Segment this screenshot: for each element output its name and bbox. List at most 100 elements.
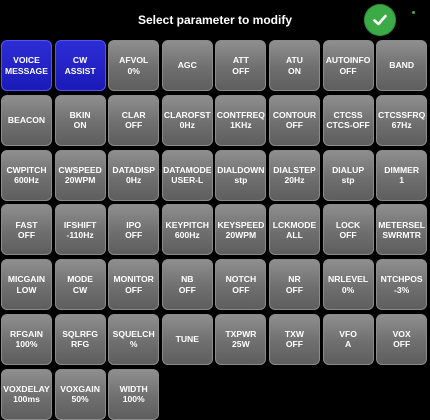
- param-name: BEACON: [7, 115, 46, 126]
- param-value: -110Hz: [66, 229, 94, 240]
- param-value: 67Hz: [391, 120, 412, 131]
- param-tile-notch[interactable]: NOTCH OFF: [215, 259, 267, 311]
- param-name: DIMMER: [384, 164, 420, 175]
- param-tile-atu[interactable]: ATU ON: [268, 40, 320, 91]
- param-tile-ifshift[interactable]: IFSHIFT -110Hz: [54, 204, 106, 256]
- param-value: OFF: [285, 120, 304, 131]
- param-name: IPO: [126, 219, 142, 230]
- param-tile-band[interactable]: BAND: [376, 40, 428, 91]
- param-value: 1KHz: [230, 120, 252, 131]
- param-tile-lckmode[interactable]: LCKMODE ALL: [268, 204, 320, 256]
- param-tile-txw[interactable]: TXW OFF: [268, 313, 320, 365]
- param-value: 100ms: [13, 394, 40, 405]
- param-name: NR: [288, 274, 301, 285]
- param-name: DIALUP: [332, 164, 365, 175]
- param-name: CONTFREQ: [216, 109, 265, 120]
- param-tile-att[interactable]: ATT OFF: [215, 40, 267, 91]
- param-tile-dialstep[interactable]: DIALSTEP 20Hz: [268, 149, 320, 201]
- param-value: 0Hz: [126, 175, 142, 186]
- param-value: OFF: [125, 120, 143, 131]
- param-tile-autoinfo[interactable]: AUTOINFO OFF: [322, 40, 374, 91]
- param-value: 600Hz: [174, 229, 200, 240]
- param-tile-nrlevel[interactable]: NRLEVEL 0%: [322, 259, 374, 311]
- param-value: 100%: [15, 339, 38, 350]
- param-tile-ctcss[interactable]: CTCSS CTCS-OFF: [322, 94, 374, 146]
- param-name: NB: [181, 274, 194, 285]
- param-name: AFVOL: [119, 55, 149, 66]
- param-tile-beacon[interactable]: BEACON: [1, 94, 52, 146]
- param-name: ATU: [285, 55, 303, 66]
- param-tile-tune[interactable]: TUNE: [161, 313, 213, 365]
- param-tile-txpwr[interactable]: TXPWR 25W: [215, 313, 267, 365]
- param-value: USER-L: [171, 175, 204, 186]
- param-tile-voxdelay[interactable]: VOXDELAY 100ms: [1, 368, 52, 420]
- param-tile-squelch[interactable]: SQUELCH%: [108, 313, 160, 365]
- param-tile-contour[interactable]: CONTOUR OFF: [268, 94, 320, 146]
- param-tile-clar[interactable]: CLAR OFF: [108, 94, 160, 146]
- param-value: OFF: [17, 229, 36, 240]
- param-tile-afvol[interactable]: AFVOL 0%: [108, 40, 160, 91]
- param-tile-bkin[interactable]: BKIN ON: [54, 94, 106, 146]
- param-value: 25W: [232, 339, 250, 350]
- param-name: CLAR: [121, 109, 146, 120]
- param-value: OFF: [339, 65, 357, 76]
- param-value: OFF: [125, 284, 143, 295]
- param-name: CW: [72, 55, 88, 66]
- param-value: stp: [234, 175, 248, 186]
- param-tile-cwpitch[interactable]: CWPITCH 600Hz: [1, 149, 52, 201]
- header-bar: Select parameter to modify: [0, 0, 430, 40]
- param-tile-keypitch[interactable]: KEYPITCH 600Hz: [161, 204, 213, 256]
- param-tile-datadisp[interactable]: DATADISP 0Hz: [108, 149, 160, 201]
- param-name: VOXDELAY: [3, 383, 50, 394]
- param-tile-dialup[interactable]: DIALUP stp: [322, 149, 374, 201]
- param-tile-rfgain[interactable]: RFGAIN 100%: [1, 313, 52, 365]
- param-tile-cw[interactable]: CW ASSIST: [54, 40, 106, 91]
- param-tile-contfreq[interactable]: CONTFREQ 1KHz: [215, 94, 267, 146]
- param-tile-nr[interactable]: NR OFF: [268, 259, 320, 311]
- param-value: CTCS-OFF: [326, 120, 370, 131]
- param-value: 100%: [122, 394, 145, 405]
- param-tile-dialdown[interactable]: DIALDOWN stp: [215, 149, 267, 201]
- param-name: TXPWR: [225, 329, 257, 340]
- param-tile-voxgain[interactable]: VOXGAIN 50%: [54, 368, 106, 420]
- param-tile-micgain[interactable]: MICGAIN LOW: [1, 259, 52, 311]
- param-value: 20WPM: [225, 229, 257, 240]
- param-tile-agc[interactable]: AGC: [161, 40, 213, 91]
- param-tile-clarofst[interactable]: CLAROFST 0Hz: [161, 94, 213, 146]
- param-tile-vfo[interactable]: VFO A: [322, 313, 374, 365]
- param-tile-lock[interactable]: LOCK OFF: [322, 204, 374, 256]
- param-tile-mode[interactable]: MODE CW: [54, 259, 106, 311]
- param-tile-cwspeed[interactable]: CWSPEED 20WPM: [54, 149, 106, 201]
- param-name: FAST: [15, 219, 38, 230]
- param-tile-voice[interactable]: VOICE MESSAGE: [1, 40, 52, 91]
- param-tile-nb[interactable]: NB OFF: [161, 259, 213, 311]
- param-tile-sqlrfg[interactable]: SQLRFG RFG: [54, 313, 106, 365]
- param-tile-fast[interactable]: FAST OFF: [1, 204, 52, 256]
- param-tile-ipo[interactable]: IPO OFF: [108, 204, 160, 256]
- param-name: NTCHPOS: [380, 274, 423, 285]
- checkmark-icon: [373, 14, 387, 26]
- param-name: KEYSPEED: [217, 219, 265, 230]
- param-tile-width[interactable]: WIDTH 100%: [108, 368, 160, 420]
- param-value: OFF: [178, 284, 196, 295]
- param-value: MESSAGE: [5, 65, 48, 76]
- param-name: TXW: [284, 329, 305, 340]
- param-name: CTCSS: [333, 109, 363, 120]
- param-tile-vox[interactable]: VOX OFF: [376, 313, 428, 365]
- param-tile-datamode[interactable]: DATAMODE USER-L: [161, 149, 213, 201]
- confirm-button[interactable]: [364, 4, 396, 36]
- param-value: %: [129, 339, 138, 350]
- param-tile-ctcssfrq[interactable]: CTCSSFRQ 67Hz: [376, 94, 428, 146]
- param-tile-dimmer[interactable]: DIMMER 1: [376, 149, 428, 201]
- param-tile-ntchpos[interactable]: NTCHPOS -3%: [376, 259, 428, 311]
- param-value: 600Hz: [14, 175, 39, 186]
- param-name: TUNE: [175, 334, 199, 345]
- param-name: NRLEVEL: [328, 274, 369, 285]
- param-value: CW: [72, 284, 88, 295]
- param-tile-keyspeed[interactable]: KEYSPEED 20WPM: [215, 204, 267, 256]
- param-tile-monitor[interactable]: MONITOR OFF: [108, 259, 160, 311]
- param-name: ATT: [232, 55, 249, 66]
- param-name: CONTOUR: [272, 109, 317, 120]
- param-name: DATADISP: [112, 164, 156, 175]
- param-tile-metersel[interactable]: METERSEL SWRMTR: [376, 204, 428, 256]
